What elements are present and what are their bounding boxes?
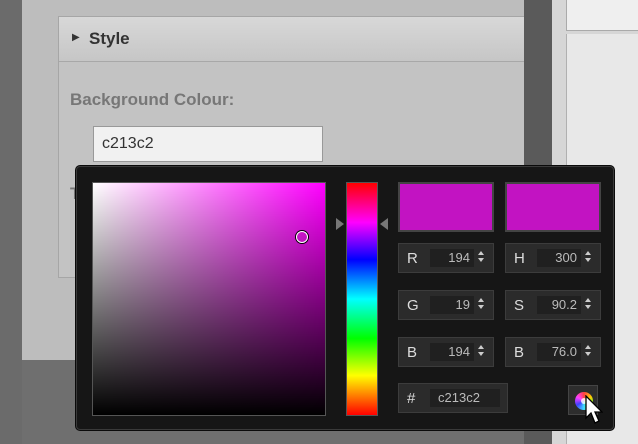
right-panel-tab[interactable] bbox=[566, 0, 638, 31]
green-field: G 19 bbox=[398, 290, 494, 320]
brightness-input[interactable]: 76.0 bbox=[537, 343, 581, 361]
blue-label: B bbox=[407, 344, 418, 361]
hex-field: # c213c2 bbox=[398, 383, 508, 413]
saturation-brightness-cursor[interactable] bbox=[296, 231, 308, 243]
hex-input[interactable]: c213c2 bbox=[430, 389, 500, 407]
new-color-swatch bbox=[398, 182, 494, 232]
hue-input[interactable]: 300 bbox=[537, 249, 581, 267]
page-background bbox=[0, 0, 22, 444]
red-spinner-icon[interactable] bbox=[478, 251, 486, 265]
saturation-spinner-icon[interactable] bbox=[585, 298, 593, 312]
mouse-cursor-icon bbox=[585, 395, 603, 424]
hue-slider-arrow-left-icon[interactable] bbox=[336, 218, 344, 230]
brightness-field: B 76.0 bbox=[505, 337, 601, 367]
hue-spinner-icon[interactable] bbox=[585, 251, 593, 265]
hue-slider-arrow-right-icon[interactable] bbox=[380, 218, 388, 230]
style-section-title: Style bbox=[89, 29, 130, 48]
hue-label: H bbox=[514, 250, 525, 267]
background-colour-label: Background Colour: bbox=[70, 90, 235, 109]
red-field: R 194 bbox=[398, 243, 494, 273]
hue-slider[interactable] bbox=[346, 182, 378, 416]
background-colour-input[interactable]: c213c2 bbox=[93, 126, 323, 162]
green-spinner-icon[interactable] bbox=[478, 298, 486, 312]
current-color-swatch[interactable] bbox=[505, 182, 601, 232]
brightness-label: B bbox=[514, 344, 525, 361]
brightness-spinner-icon[interactable] bbox=[585, 345, 593, 359]
hex-label: # bbox=[407, 390, 416, 407]
hue-field: H 300 bbox=[505, 243, 601, 273]
saturation-field: S 90.2 bbox=[505, 290, 601, 320]
style-section-header[interactable]: ▶ Style bbox=[59, 17, 533, 62]
saturation-input[interactable]: 90.2 bbox=[537, 296, 581, 314]
blue-input[interactable]: 194 bbox=[430, 343, 474, 361]
blue-spinner-icon[interactable] bbox=[478, 345, 486, 359]
red-label: R bbox=[407, 250, 418, 267]
color-picker-popup: R 194 G 19 B 194 H 300 S 90.2 B 76.0 # c… bbox=[76, 166, 614, 430]
blue-field: B 194 bbox=[398, 337, 494, 367]
green-input[interactable]: 19 bbox=[430, 296, 474, 314]
saturation-brightness-area[interactable] bbox=[92, 182, 326, 416]
red-input[interactable]: 194 bbox=[430, 249, 474, 267]
expand-arrow-icon: ▶ bbox=[72, 32, 80, 43]
green-label: G bbox=[407, 297, 419, 314]
saturation-label: S bbox=[514, 297, 525, 314]
